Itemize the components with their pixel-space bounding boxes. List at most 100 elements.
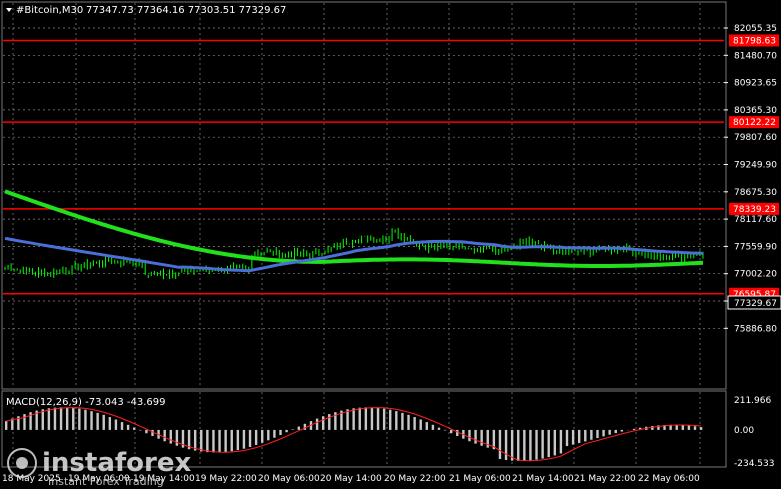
time-label: 21 May 14:00 <box>512 474 574 484</box>
macd-bar <box>206 429 209 453</box>
macd-bar <box>5 421 8 430</box>
ohlc-values: 77347.73 77364.16 77303.51 77329.67 <box>86 5 286 16</box>
time-label: 21 May 06:00 <box>449 474 511 484</box>
macd-label: MACD(12,26,9) -73.043 -43.699 <box>6 397 166 408</box>
macd-bar <box>96 412 99 430</box>
macd-bar <box>108 417 112 430</box>
macd-bar <box>571 429 575 445</box>
macd-bar <box>425 422 428 430</box>
macd-bar <box>681 425 685 430</box>
time-label: 20 May 06:00 <box>258 474 320 484</box>
macd-bar <box>120 422 124 430</box>
time-label: 20 May 14:00 <box>320 474 382 484</box>
macd-bar <box>443 429 447 431</box>
macd-bar <box>590 429 593 440</box>
price-tick-label: 80365.30 <box>734 106 777 116</box>
macd-tick-label: 0.00 <box>734 426 754 436</box>
macd-bar <box>608 429 611 435</box>
price-tick-label: 81480.70 <box>734 51 777 61</box>
macd-bar <box>553 429 557 456</box>
macd-bar <box>230 429 233 452</box>
symbol-label: #Bitcoin,M30 <box>16 5 83 16</box>
macd-bar <box>53 407 57 430</box>
time-label: 19 May 22:00 <box>195 474 257 484</box>
macd-bar <box>413 417 416 430</box>
macd-bar <box>102 414 105 430</box>
macd-bar <box>401 412 404 430</box>
chart-canvas[interactable]: 82055.35 81480.70 80923.65 80365.30 79807.60… <box>0 0 781 489</box>
macd-bar <box>596 429 599 439</box>
macd-bar <box>175 429 179 446</box>
macd-bar <box>456 429 459 437</box>
macd-bar <box>47 408 51 430</box>
price-tick-label: 79249.90 <box>734 161 777 171</box>
price-axis: 82055.35 81480.70 80923.65 80365.30 79807.60… <box>724 24 777 469</box>
price-tick-label: 78117.60 <box>734 215 777 225</box>
macd-bar <box>510 429 514 461</box>
macd-bar <box>602 429 605 437</box>
macd-bar <box>303 423 307 430</box>
macd-bar <box>65 407 69 430</box>
macd-bar <box>59 407 63 430</box>
candles <box>4 227 704 280</box>
macd-bar <box>407 414 410 430</box>
macd-bar <box>285 429 288 433</box>
macd-bar <box>218 429 221 453</box>
price-tick-label: 79807.60 <box>734 133 777 143</box>
macd-bar <box>297 426 300 430</box>
dropdown-arrow-icon[interactable] <box>6 8 12 12</box>
macd-bar <box>78 408 81 430</box>
macd-bar <box>261 429 264 443</box>
macd-bar <box>565 429 569 447</box>
macd-bar <box>577 429 581 444</box>
macd-bar <box>419 419 422 430</box>
macd-bar <box>376 407 380 430</box>
macd-bar <box>431 424 435 430</box>
macd-bar <box>620 429 624 432</box>
macd-bar <box>632 428 636 430</box>
price-tick-label: 78675.30 <box>734 188 777 198</box>
macd-bar <box>523 429 526 461</box>
macd-bar <box>236 429 240 451</box>
macd-bar <box>370 407 374 430</box>
macd-bar <box>517 429 520 461</box>
macd-bar <box>84 409 87 430</box>
macd-bar <box>437 427 441 430</box>
logo-brand: instaforex <box>42 448 192 478</box>
macd-bar <box>273 429 276 438</box>
macd-bar <box>169 429 172 444</box>
time-label: 21 May 22:00 <box>574 474 636 484</box>
time-label: 22 May 06:00 <box>638 474 700 484</box>
macd-bar <box>90 411 93 430</box>
macd-bar <box>449 429 453 434</box>
level-tag-label: 78339.23 <box>733 205 776 215</box>
macd-bar <box>358 407 361 430</box>
macd-bar <box>279 429 282 436</box>
macd-bar <box>315 418 319 430</box>
price-tick-label: 80923.65 <box>734 79 777 89</box>
macd-bar <box>254 429 258 445</box>
price-tick-label: 77559.90 <box>734 242 777 252</box>
current-price-label: 77329.67 <box>734 299 777 309</box>
macd-bar <box>559 429 563 454</box>
macd-bar <box>133 427 136 430</box>
macd-bar <box>248 429 252 447</box>
macd-bar <box>193 429 197 451</box>
macd-bar <box>614 429 617 434</box>
macd-bar <box>224 429 227 452</box>
macd-tick-label: -234.533 <box>734 459 774 469</box>
macd-bar <box>41 409 44 430</box>
macd-bar <box>145 429 148 434</box>
macd-bar <box>480 429 483 446</box>
macd-bar <box>535 429 538 460</box>
price-tick-label: 75886.80 <box>734 324 777 334</box>
macd-bar <box>687 425 691 430</box>
macd-bar <box>498 429 502 460</box>
macd-bar <box>163 429 166 442</box>
macd-bar <box>474 429 477 444</box>
macd-bar <box>468 429 471 442</box>
macd-bar <box>267 429 270 441</box>
level-tag-label: 81798.63 <box>733 36 776 46</box>
macd-bar <box>139 429 142 431</box>
macd-bar <box>291 429 294 430</box>
